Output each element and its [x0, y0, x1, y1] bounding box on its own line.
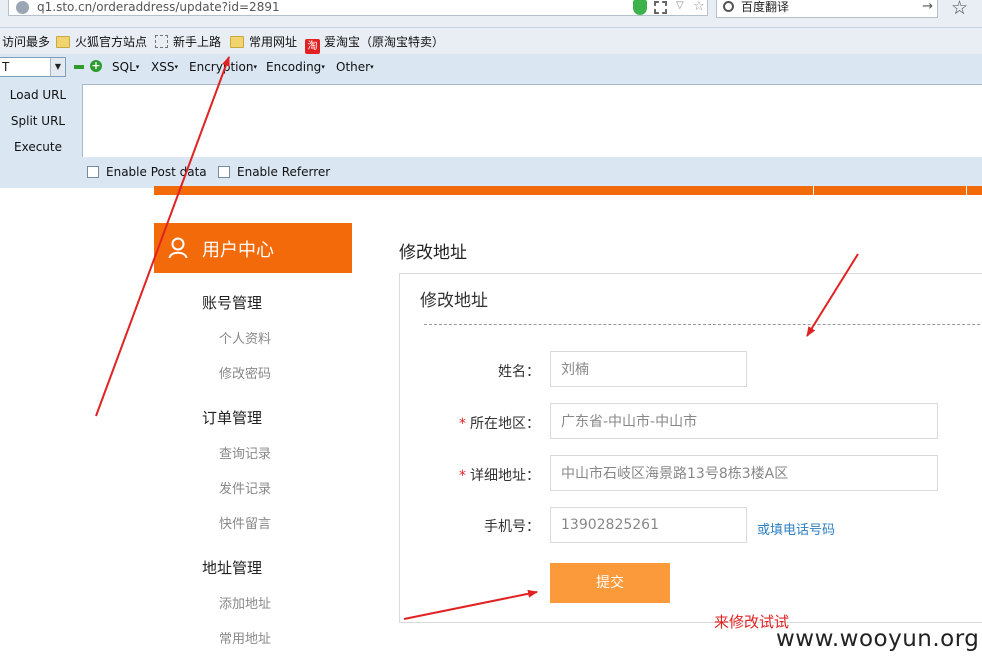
alt-phone-link[interactable]: 或填电话号码: [757, 519, 835, 538]
nav-item-parcel-messages[interactable]: 快件留言: [219, 513, 271, 532]
nav-item-send-records[interactable]: 发件记录: [219, 478, 271, 497]
nav-item-add-address[interactable]: 添加地址: [219, 593, 271, 612]
bookmark-firefox-site[interactable]: 火狐官方站点: [56, 33, 147, 50]
enable-referrer-checkbox[interactable]: Enable Referrer: [218, 165, 330, 179]
menu-sql[interactable]: SQL▾: [112, 60, 139, 74]
hackbar-url-textarea[interactable]: [82, 84, 982, 157]
user-center-title: 用户中心: [202, 240, 274, 261]
folder-icon: [230, 36, 244, 48]
hackbar-select[interactable]: T ▼: [0, 57, 66, 77]
plus-icon[interactable]: +: [90, 60, 102, 72]
watermark: www.wooyun.org: [776, 626, 980, 652]
enable-post-data-checkbox[interactable]: Enable Post data: [87, 165, 207, 179]
phone-field[interactable]: [550, 507, 747, 543]
submit-button[interactable]: 提交: [550, 563, 670, 603]
address-label: * 详细地址：: [459, 468, 540, 484]
search-box[interactable]: 百度翻译 →: [716, 0, 938, 18]
address-bar[interactable]: q1.sto.cn/orderaddress/update?id=2891 ▽ …: [8, 0, 708, 16]
url-text[interactable]: q1.sto.cn/orderaddress/update?id=2891: [37, 0, 280, 15]
address-field[interactable]: [550, 455, 938, 491]
divider: [424, 324, 982, 325]
chevron-down-icon[interactable]: ▼: [50, 58, 65, 76]
search-input[interactable]: 百度翻译: [741, 0, 789, 15]
split-url-button[interactable]: Split URL: [0, 114, 76, 128]
user-center-header: 用户中心: [154, 223, 352, 273]
hackbar-actions: Load URL Split URL Execute: [0, 84, 80, 157]
panel-title: 修改地址: [420, 291, 488, 311]
menu-xss[interactable]: XSS▾: [151, 60, 178, 74]
bookmark-most-visited[interactable]: 访问最多: [2, 33, 50, 50]
bookmark-ai-taobao[interactable]: 淘爱淘宝（原淘宝特卖）: [305, 33, 444, 54]
dropdown-icon[interactable]: ▽: [676, 0, 684, 11]
globe-icon: [16, 1, 29, 14]
user-icon: [168, 237, 188, 259]
folder-icon: [56, 36, 70, 48]
region-label: * 所在地区：: [459, 416, 540, 432]
dashed-page-icon: [155, 35, 168, 48]
bookmarks-star-icon[interactable]: ☆: [951, 0, 968, 19]
qr-code-icon[interactable]: [654, 1, 667, 14]
region-field[interactable]: [550, 403, 938, 439]
header-bar: [154, 186, 982, 195]
phone-label: 手机号：: [484, 519, 540, 535]
name-field[interactable]: [550, 351, 747, 387]
hackbar-panel: T ▼ + SQL▾ XSS▾ Encryption▾ Encoding▾ Oth…: [0, 54, 982, 188]
bookmark-common-sites[interactable]: 常用网址: [230, 33, 297, 50]
screen: { "browser": { "url": "q1.sto.cn/orderad…: [0, 0, 982, 669]
nav-group-address: 地址管理: [202, 559, 263, 577]
bookmark-star-icon[interactable]: ☆: [693, 0, 705, 14]
minus-icon[interactable]: [74, 65, 84, 69]
nav-item-query-records[interactable]: 查询记录: [219, 443, 271, 462]
nav-item-profile[interactable]: 个人资料: [219, 328, 271, 347]
bookmarks-bar: 访问最多 火狐官方站点 新手上路 常用网址 淘爱淘宝（原淘宝特卖）: [0, 28, 982, 54]
search-go-icon[interactable]: →: [922, 0, 933, 14]
load-url-button[interactable]: Load URL: [0, 88, 76, 102]
menu-encryption[interactable]: Encryption▾: [189, 60, 257, 74]
page-title: 修改地址: [399, 243, 467, 263]
nav-item-change-password[interactable]: 修改密码: [219, 363, 271, 382]
execute-button[interactable]: Execute: [0, 140, 76, 154]
menu-other[interactable]: Other▾: [336, 60, 374, 74]
security-shield-icon[interactable]: [633, 0, 647, 15]
nav-item-common-addresses[interactable]: 常用地址: [219, 628, 271, 647]
name-label: 姓名：: [498, 364, 540, 380]
bookmark-getting-started[interactable]: 新手上路: [155, 33, 221, 50]
search-icon: [723, 1, 734, 12]
edit-address-panel: 修改地址: [399, 273, 982, 623]
nav-group-orders: 订单管理: [202, 409, 263, 427]
browser-toolbar: q1.sto.cn/orderaddress/update?id=2891 ▽ …: [0, 0, 982, 28]
menu-encoding[interactable]: Encoding▾: [266, 60, 325, 74]
taobao-icon: 淘: [305, 39, 320, 54]
nav-group-account: 账号管理: [202, 294, 263, 312]
